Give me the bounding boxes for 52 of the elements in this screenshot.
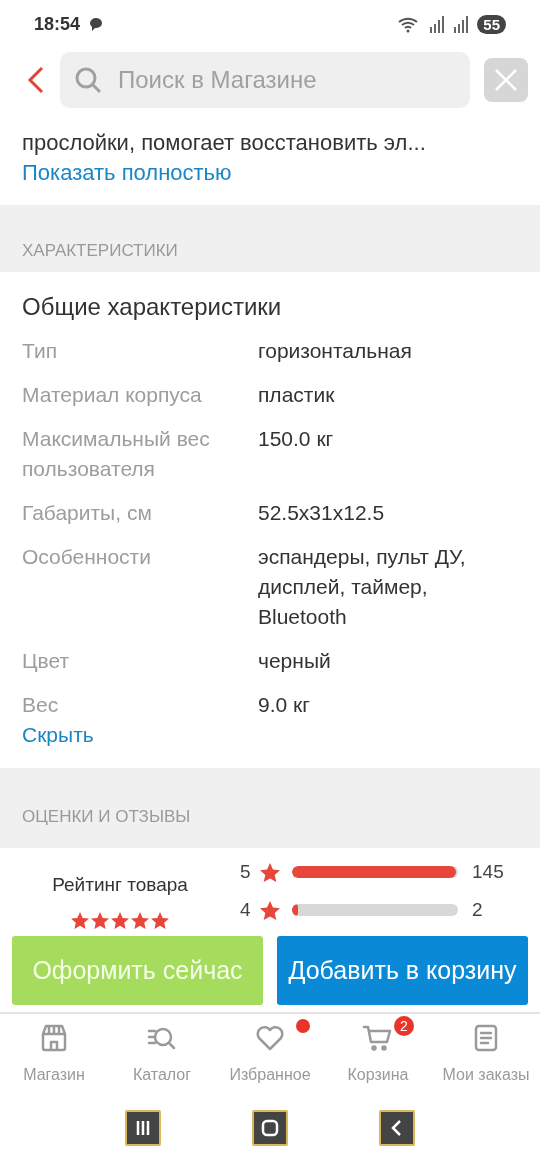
review-count: 2 xyxy=(472,899,483,921)
search-field[interactable]: Поиск в Магазине xyxy=(60,52,470,108)
spec-label: Вес xyxy=(22,692,60,718)
spec-label: Тип xyxy=(22,338,58,364)
search-icon xyxy=(74,66,102,94)
checkout-button[interactable]: Оформить сейчас xyxy=(12,936,263,1005)
chat-icon xyxy=(88,16,105,32)
star-icon xyxy=(260,900,280,920)
signal-icon xyxy=(453,15,470,33)
star-icon xyxy=(260,862,280,882)
hide-link[interactable]: Скрыть xyxy=(22,720,94,750)
spec-label: Цвет xyxy=(22,648,71,674)
section-title: ОЦЕНКИ И ОТЗЫВЫ xyxy=(22,806,191,828)
spec-value: черный xyxy=(258,648,332,674)
signal-icon xyxy=(429,15,446,33)
back-button[interactable] xyxy=(378,1109,415,1146)
spec-value: 150.0 кг xyxy=(258,426,335,452)
nav-tab[interactable]: 2 Корзина xyxy=(324,1014,432,1095)
nav-tab[interactable]: Избранное xyxy=(216,1014,324,1095)
description-text: прослойки, помогает восстановить эл... xyxy=(22,129,427,157)
spec-label: Габариты, см xyxy=(22,500,153,526)
nav-tab[interactable]: Магазин xyxy=(0,1014,108,1095)
score-label: 5 xyxy=(240,861,252,883)
recent-apps-button[interactable] xyxy=(125,1109,162,1146)
spec-value: пластик xyxy=(258,382,336,408)
spec-label: Материал корпуса xyxy=(22,382,203,408)
spec-value: горизонтальная xyxy=(258,338,413,364)
count-badge: 2 xyxy=(394,1016,414,1036)
spec-label: Максимальный вес пользователя xyxy=(22,426,211,482)
rating-label: Рейтинг товара xyxy=(52,873,188,897)
show-more-link[interactable]: Показать полностью xyxy=(22,158,232,188)
spec-value: эспандеры, пульт ДУ, дисплей, таймер, Bluetooth xyxy=(258,544,467,630)
nav-tab[interactable]: Каталог xyxy=(108,1014,216,1095)
close-icon xyxy=(494,68,518,92)
group-title: Общие характеристики xyxy=(22,292,283,322)
back-icon[interactable] xyxy=(26,65,46,95)
star-icon xyxy=(131,912,149,929)
status-time: 18:54 xyxy=(34,13,81,35)
nav-tab[interactable]: Мои заказы xyxy=(432,1014,540,1095)
spec-value: 9.0 кг xyxy=(258,692,311,718)
star-icon xyxy=(71,912,89,929)
review-count: 145 xyxy=(472,861,504,883)
battery-level: 55 xyxy=(477,14,506,34)
score-label: 4 xyxy=(240,899,252,921)
spec-value: 52.5x31x12.5 xyxy=(258,500,386,526)
add-to-cart-button[interactable]: Добавить в корзину xyxy=(277,936,528,1005)
section-title: ХАРАКТЕРИСТИКИ xyxy=(22,240,178,262)
spec-label: Особенности xyxy=(22,544,152,570)
star-icon xyxy=(91,912,109,929)
star-icon xyxy=(151,912,169,929)
home-button[interactable] xyxy=(252,1109,288,1146)
star-icon xyxy=(111,912,129,929)
